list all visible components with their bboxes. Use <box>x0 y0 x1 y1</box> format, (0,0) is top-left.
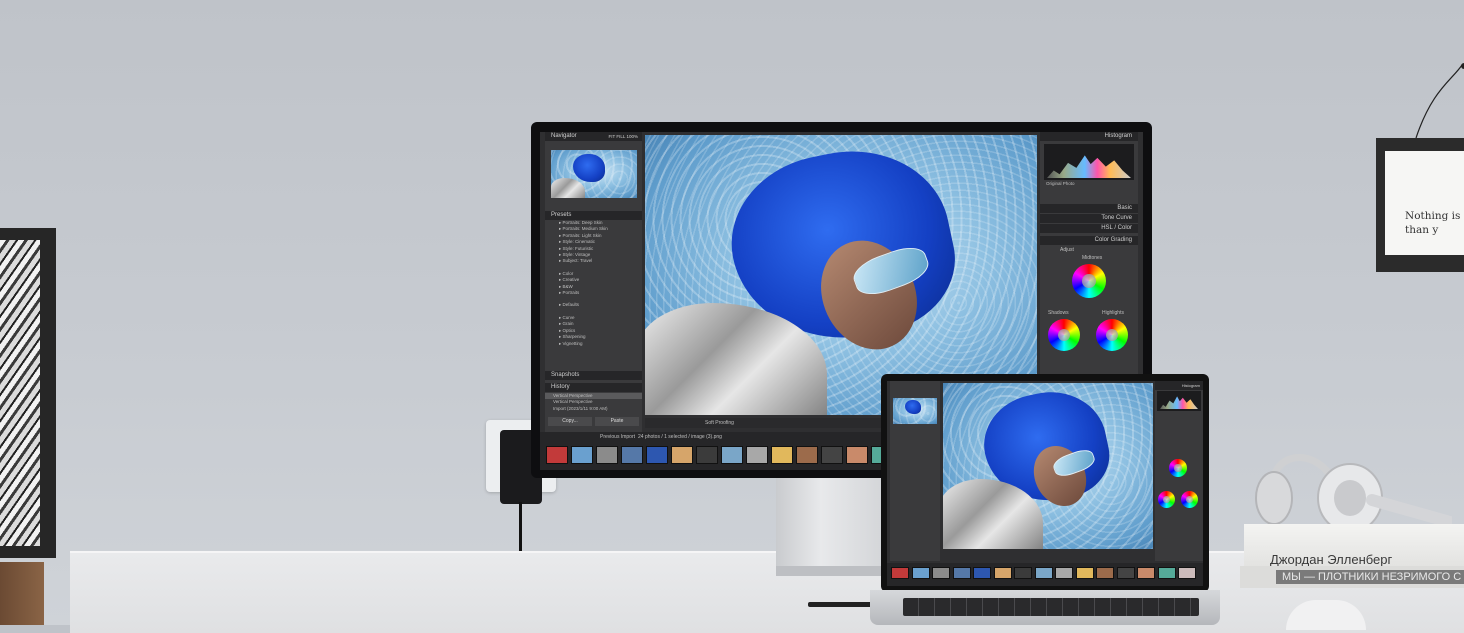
snapshots-header[interactable]: Snapshots <box>545 371 642 380</box>
wall-art-frame <box>0 228 56 558</box>
presets-list: ▸ Portraits: Deep Skin ▸ Portraits: Mediu… <box>545 220 642 353</box>
laptop-filmstrip-thumbnail[interactable] <box>1075 567 1094 579</box>
filmstrip-thumbnail[interactable] <box>721 446 743 464</box>
highlights-label: Highlights <box>1102 310 1124 316</box>
quote-frame: Nothing is m than y <box>1376 138 1464 272</box>
filmstrip-thumbnail[interactable] <box>696 446 718 464</box>
laptop-filmstrip-thumbnail[interactable] <box>1137 567 1155 579</box>
filmstrip-thumbnail[interactable] <box>646 446 668 464</box>
monitor-base <box>776 566 888 576</box>
filmstrip-thumbnail[interactable] <box>596 446 618 464</box>
adjust-label: Adjust <box>1060 247 1074 253</box>
soft-proofing-label[interactable]: Soft Proofing <box>705 420 734 426</box>
filmstrip-info: 24 photos / 1 selected / image (3).png <box>638 434 722 440</box>
monitor-stand <box>776 478 888 574</box>
navigator-header[interactable]: Navigator FIT FILL 100% <box>545 132 642 141</box>
wooden-object <box>0 562 44 625</box>
wall-art-print <box>0 240 40 546</box>
navigator-thumbnail[interactable] <box>551 150 637 198</box>
shadows-color-wheel[interactable] <box>1048 319 1080 351</box>
laptop-filmstrip <box>887 563 1203 586</box>
laptop-shadows-wheel[interactable] <box>1158 491 1175 508</box>
laptop-filmstrip-thumbnail[interactable] <box>911 567 930 579</box>
laptop-highlights-wheel[interactable] <box>1181 491 1198 508</box>
basic-header[interactable]: Basic <box>1040 204 1138 213</box>
midtones-label: Midtones <box>1082 255 1103 261</box>
main-photo[interactable] <box>645 135 1037 415</box>
power-cable <box>519 502 522 554</box>
copy-button[interactable]: Copy... <box>548 417 592 426</box>
histogram <box>1044 144 1134 180</box>
histogram-header[interactable]: Histogram <box>1040 132 1138 141</box>
tone-curve-header[interactable]: Tone Curve <box>1040 214 1138 223</box>
laptop-navigator-thumbnail[interactable] <box>893 398 937 424</box>
laptop-screen: Histogram <box>887 381 1203 586</box>
book-top: Джордан Элленберг <box>1244 524 1464 568</box>
laptop-right-panel: Histogram <box>1155 381 1203 561</box>
frame-hanging-wire <box>1415 63 1464 139</box>
laptop-filmstrip-thumbnail[interactable] <box>1014 567 1032 579</box>
laptop-filmstrip-thumbnail[interactable] <box>993 567 1012 579</box>
filmstrip-thumbnail[interactable] <box>546 446 568 464</box>
laptop-main-photo[interactable] <box>943 383 1153 549</box>
book-author: Джордан Элленберг <box>1270 552 1393 567</box>
laptop-left-panel <box>890 381 940 561</box>
laptop-histogram-header[interactable]: Histogram <box>1155 381 1203 390</box>
laptop-filmstrip-thumbnail[interactable] <box>1096 567 1114 579</box>
laptop: Histogram <box>881 374 1209 592</box>
laptop-filmstrip-thumbnail[interactable] <box>1055 567 1073 579</box>
hsl-header[interactable]: HSL / Color <box>1040 224 1138 233</box>
quote-paper: Nothing is m than y <box>1385 151 1464 255</box>
laptop-filmstrip-thumbnail[interactable] <box>1034 567 1053 579</box>
laptop-filmstrip-thumbnail[interactable] <box>1116 567 1135 579</box>
book-title: МЫ — ПЛОТНИКИ НЕЗРИМОГО С <box>1276 570 1464 584</box>
laptop-filmstrip-thumbnail[interactable] <box>932 567 950 579</box>
filmstrip-thumbnail[interactable] <box>621 446 643 464</box>
midtones-color-wheel[interactable] <box>1072 264 1106 298</box>
quote-text: Nothing is m than y <box>1405 210 1464 236</box>
laptop-midtones-wheel[interactable] <box>1169 459 1187 477</box>
laptop-filmstrip-thumbnail[interactable] <box>952 567 971 579</box>
book-bottom: МЫ — ПЛОТНИКИ НЕЗРИМОГО С <box>1240 566 1464 588</box>
presets-header[interactable]: Presets <box>545 211 642 220</box>
filmstrip-thumbnail[interactable] <box>571 446 593 464</box>
shadows-label: Shadows <box>1048 310 1069 316</box>
color-grading-header[interactable]: Color Grading <box>1040 236 1138 245</box>
filmstrip-source[interactable]: Previous Import <box>600 434 635 440</box>
laptop-filmstrip-thumbnail[interactable] <box>973 567 991 579</box>
paste-button[interactable]: Paste <box>595 417 639 426</box>
history-item[interactable]: Import (2023/1/11 9:00 AM) <box>545 406 642 412</box>
original-photo-label[interactable]: Original Photo <box>1032 181 1075 187</box>
filmstrip-thumbnail[interactable] <box>821 446 843 464</box>
filmstrip-thumbnail[interactable] <box>846 446 868 464</box>
left-panel: Navigator FIT FILL 100% Presets ▸ Portrai… <box>545 132 642 432</box>
history-list: Vertical Perspective Vertical Perspective… <box>545 393 642 412</box>
laptop-filmstrip-thumbnail[interactable] <box>1178 567 1196 579</box>
laptop-filmstrip-thumbnail[interactable] <box>891 567 909 579</box>
history-header[interactable]: History <box>545 383 642 392</box>
filmstrip-thumbnail[interactable] <box>771 446 793 464</box>
laptop-filmstrip-thumbnail[interactable] <box>1157 567 1176 579</box>
laptop-keyboard <box>903 598 1199 616</box>
filmstrip-thumbnail[interactable] <box>671 446 693 464</box>
filmstrip-thumbnail[interactable] <box>796 446 818 464</box>
highlights-color-wheel[interactable] <box>1096 319 1128 351</box>
filmstrip-thumbnail[interactable] <box>746 446 768 464</box>
